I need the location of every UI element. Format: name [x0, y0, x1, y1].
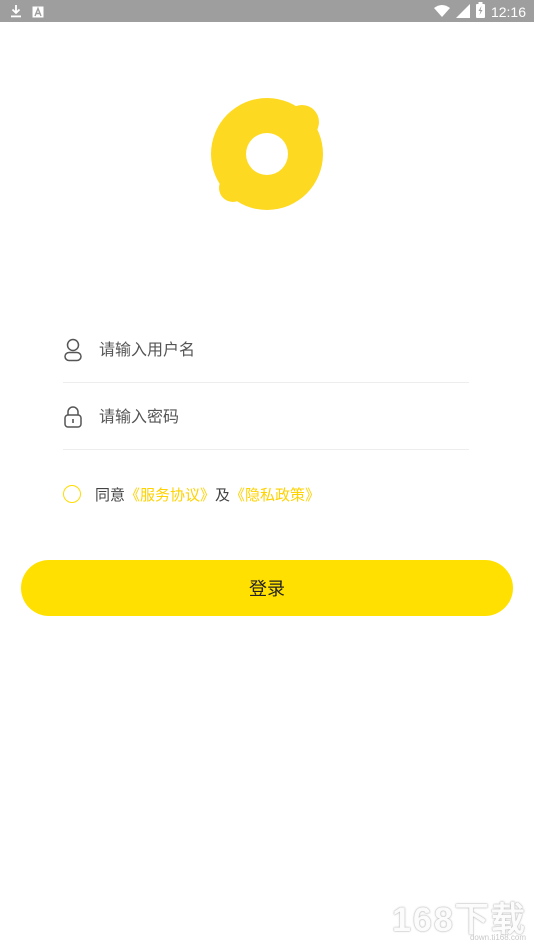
username-field: [63, 317, 469, 383]
status-bar: 12:16: [0, 0, 534, 22]
username-input[interactable]: [99, 340, 429, 359]
login-button[interactable]: 登录: [21, 560, 513, 616]
agree-prefix: 同意: [95, 485, 126, 504]
watermark-url: down.ti168.com: [469, 933, 526, 942]
privacy-policy-link[interactable]: 《隐私政策》: [230, 484, 320, 505]
password-input[interactable]: [99, 407, 429, 426]
agree-radio[interactable]: [63, 485, 81, 503]
signal-icon: [455, 3, 470, 22]
service-agreement-link[interactable]: 《服务协议》: [125, 484, 215, 505]
status-time: 12:16: [490, 4, 526, 20]
a-icon: [32, 3, 44, 22]
lock-icon: [63, 405, 83, 429]
battery-icon: [475, 2, 485, 22]
login-screen: 12:16 请输入用户名 同意 《服务协议》 及 《隐私政策》 登录 168下载…: [0, 0, 534, 950]
agreement-row: 同意 《服务协议》 及 《隐私政策》: [63, 482, 320, 506]
app-logo: [205, 96, 330, 221]
wifi-icon: [433, 3, 450, 22]
watermark: 168下载 down.ti168.com: [382, 888, 532, 948]
agree-conjunction: 及: [215, 485, 231, 504]
download-icon: [10, 3, 22, 22]
user-icon: [63, 338, 83, 362]
password-field: [63, 384, 469, 450]
